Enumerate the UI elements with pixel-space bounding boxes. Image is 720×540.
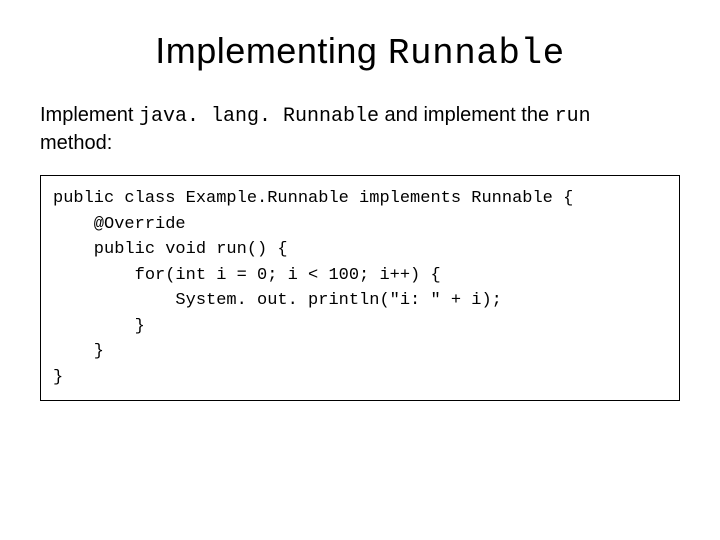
code-line: } — [53, 317, 145, 336]
desc-text-2: and implement the — [379, 104, 555, 126]
code-line: public void run() { — [53, 240, 288, 259]
slide: Implementing Runnable Implement java. la… — [0, 0, 720, 540]
desc-text-1: Implement — [40, 104, 139, 126]
code-line: } — [53, 368, 63, 387]
description: Implement java. lang. Runnable and imple… — [40, 102, 680, 157]
desc-code-1: java. lang. Runnable — [139, 105, 379, 128]
code-line: for(int i = 0; i < 100; i++) { — [53, 266, 441, 285]
title-mono: Runnable — [388, 33, 565, 74]
desc-text-3: method: — [40, 132, 112, 154]
title-prefix: Implementing — [155, 30, 388, 71]
code-line: } — [53, 342, 104, 361]
code-line: public class Example.Runnable implements… — [53, 189, 573, 208]
code-line: @Override — [53, 215, 186, 234]
code-block: public class Example.Runnable implements… — [40, 175, 680, 401]
slide-title: Implementing Runnable — [40, 30, 680, 74]
desc-code-2: run — [555, 105, 591, 128]
code-line: System. out. println("i: " + i); — [53, 291, 502, 310]
